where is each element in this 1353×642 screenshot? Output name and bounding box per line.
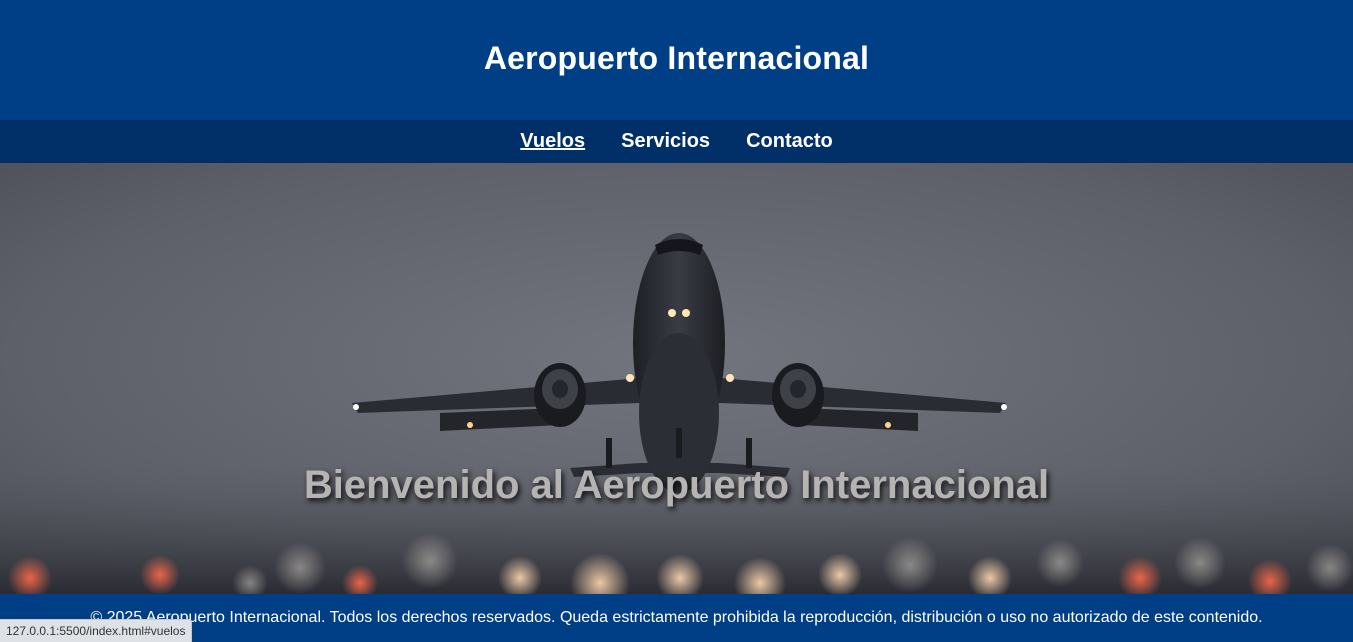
site-header: Aeropuerto Internacional — [0, 0, 1353, 120]
site-title: Aeropuerto Internacional — [483, 39, 870, 76]
nav-link-servicios[interactable]: Servicios — [621, 130, 710, 153]
hero-title: Bienvenido al Aeropuerto Internacional — [303, 463, 1050, 507]
main-nav: Vuelos Servicios Contacto — [0, 120, 1353, 163]
site-footer: © 2025 Aeropuerto Internacional. Todos l… — [0, 594, 1353, 642]
nav-link-contacto[interactable]: Contacto — [746, 130, 833, 153]
hero-airplane-image — [0, 163, 1353, 594]
nav-link-vuelos[interactable]: Vuelos — [520, 130, 585, 153]
page: Aeropuerto Internacional Vuelos Servicio… — [0, 0, 1353, 642]
hero-banner: Bienvenido al Aeropuerto Internacional — [0, 163, 1353, 594]
footer-copyright: © 2025 Aeropuerto Internacional. Todos l… — [90, 609, 1263, 626]
browser-status-url: 127.0.0.1:5500/index.html#vuelos — [0, 619, 193, 642]
